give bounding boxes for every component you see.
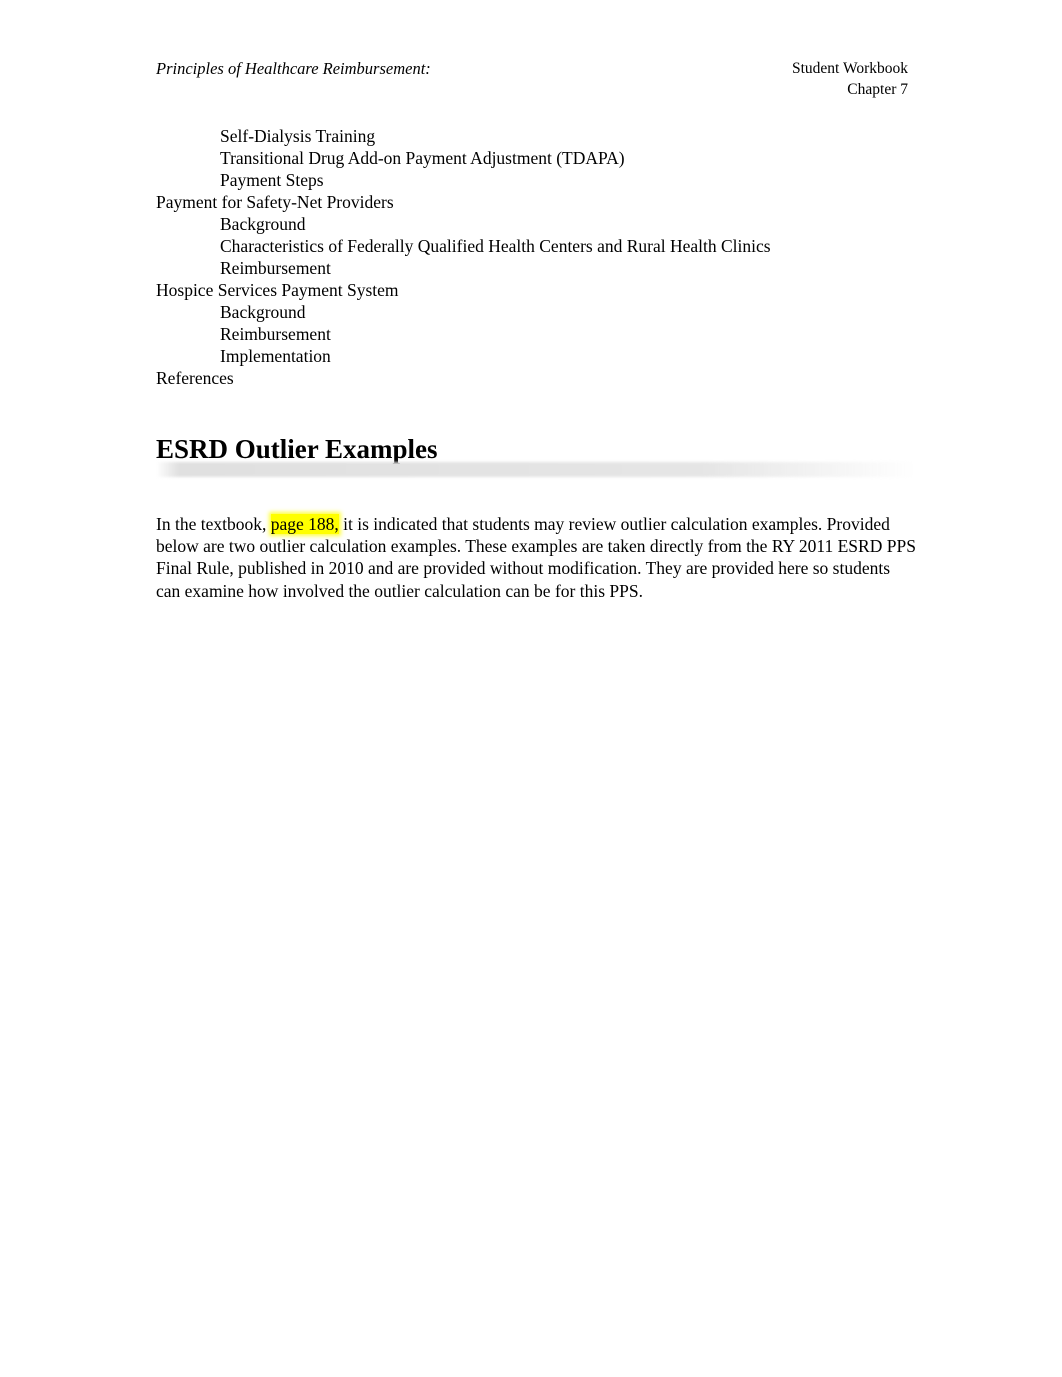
document-page: Principles of Healthcare Reimbursement: … — [0, 0, 1062, 1377]
toc-item: Hospice Services Payment System — [156, 280, 399, 300]
header-document-title: Principles of Healthcare Reimbursement: — [156, 59, 431, 78]
toc-item: References — [156, 368, 234, 388]
toc-item: Implementation — [220, 346, 331, 366]
heading-divider — [156, 462, 916, 477]
intro-paragraph: In the textbook, page 188, it is indicat… — [156, 513, 916, 603]
toc-item: Transitional Drug Add-on Payment Adjustm… — [220, 148, 625, 168]
document-header: Principles of Healthcare Reimbursement: … — [156, 58, 908, 100]
section-heading: ESRD Outlier Examples — [156, 434, 438, 464]
toc-item: Reimbursement — [220, 324, 331, 344]
toc-item: Payment Steps — [220, 170, 324, 190]
toc-item: Reimbursement — [220, 258, 331, 278]
toc-item: Background — [220, 302, 306, 322]
paragraph-text-before-highlight: In the textbook, — [156, 513, 271, 534]
header-right-block: Student Workbook Chapter 7 — [792, 58, 908, 100]
toc-item: Background — [220, 214, 306, 234]
table-of-contents: Self-Dialysis Training Transitional Drug… — [156, 125, 916, 389]
toc-item: Self-Dialysis Training — [220, 126, 376, 146]
header-workbook-label: Student Workbook — [791, 60, 908, 77]
header-chapter-label: Chapter 7 — [847, 81, 908, 98]
highlighted-page-reference: page 188, — [270, 513, 339, 534]
toc-item: Characteristics of Federally Qualified H… — [220, 236, 771, 256]
toc-item: Payment for Safety-Net Providers — [156, 192, 394, 212]
